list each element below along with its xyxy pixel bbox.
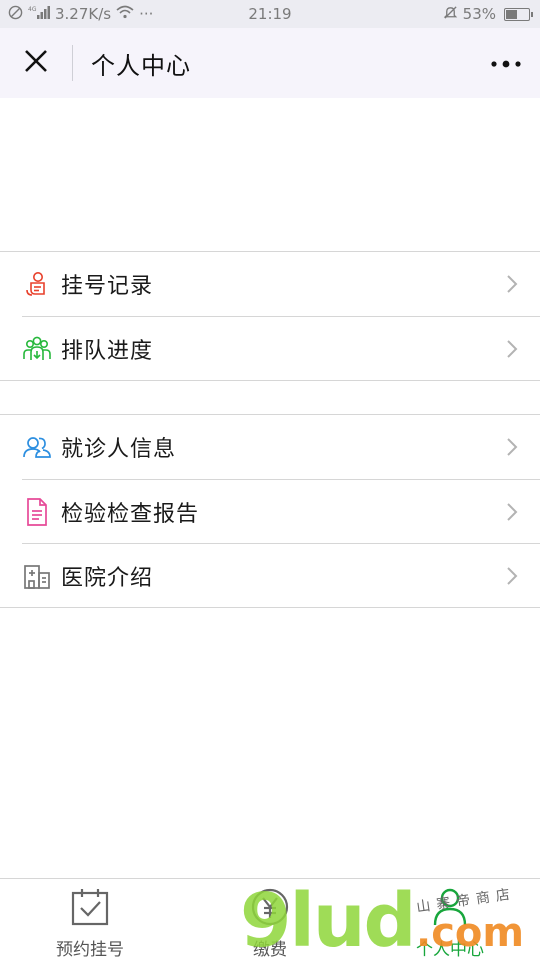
close-button[interactable] [0, 28, 72, 98]
hospital-building-icon [22, 561, 52, 591]
menu-item-queue-progress[interactable]: 排队进度 [22, 316, 540, 380]
person-icon [430, 887, 470, 931]
status-more-dots: ··· [139, 5, 154, 23]
tab-payment[interactable]: 缴费 [180, 879, 360, 960]
tab-label: 个人中心 [416, 940, 484, 960]
network-speed: 3.27K/s [55, 5, 112, 23]
menu-item-label: 医院介绍 [61, 565, 154, 591]
menu-item-label: 检验检查报告 [61, 501, 200, 527]
battery-percent: 53% [462, 5, 496, 23]
more-options-button[interactable] [486, 43, 526, 83]
registration-record-icon [22, 269, 52, 299]
more-dots-icon [490, 54, 522, 73]
menu-item-hospital-intro[interactable]: 医院介绍 [22, 543, 540, 607]
chevron-right-icon [506, 502, 518, 526]
page-title: 个人中心 [91, 51, 191, 80]
clock: 21:19 [248, 5, 292, 23]
header-bar: 个人中心 [0, 28, 540, 98]
yen-coin-icon [250, 887, 290, 931]
tab-label: 缴费 [253, 940, 287, 960]
battery-fill [506, 9, 517, 19]
header-divider [72, 45, 73, 81]
report-document-icon [22, 497, 52, 527]
chevron-right-icon [506, 437, 518, 461]
menu-item-label: 挂号记录 [61, 274, 154, 299]
bottom-tab-bar: 预约挂号 缴费 个人中心 [0, 878, 540, 960]
patients-icon [22, 432, 52, 462]
menu-item-registration-record[interactable]: 挂号记录 [22, 252, 540, 316]
calendar-check-icon [70, 887, 110, 931]
bell-muted-icon [443, 5, 458, 24]
chevron-right-icon [506, 339, 518, 363]
chevron-right-icon [506, 566, 518, 590]
wifi-icon [116, 5, 134, 23]
menu-group-records: 挂号记录 排队进度 [0, 251, 540, 381]
chevron-right-icon [506, 274, 518, 298]
no-disturb-icon [8, 5, 23, 24]
menu-item-label: 就诊人信息 [61, 437, 177, 462]
tab-appointment[interactable]: 预约挂号 [0, 879, 180, 960]
tab-label: 预约挂号 [56, 940, 124, 960]
menu-group-info: 就诊人信息 检验检查报告 医院介绍 [0, 414, 540, 608]
menu-item-lab-report[interactable]: 检验检查报告 [22, 479, 540, 543]
battery-icon [504, 7, 533, 21]
menu-item-patient-info[interactable]: 就诊人信息 [22, 415, 540, 479]
status-bar: 4G 3.27K/s ··· 21:19 53% [0, 0, 540, 28]
close-icon [23, 48, 49, 78]
signal-icon: 4G [28, 5, 50, 24]
queue-people-icon [22, 334, 52, 364]
menu-item-label: 排队进度 [61, 338, 154, 364]
tab-personal-center[interactable]: 个人中心 [360, 879, 540, 960]
svg-text:4G: 4G [28, 6, 37, 13]
